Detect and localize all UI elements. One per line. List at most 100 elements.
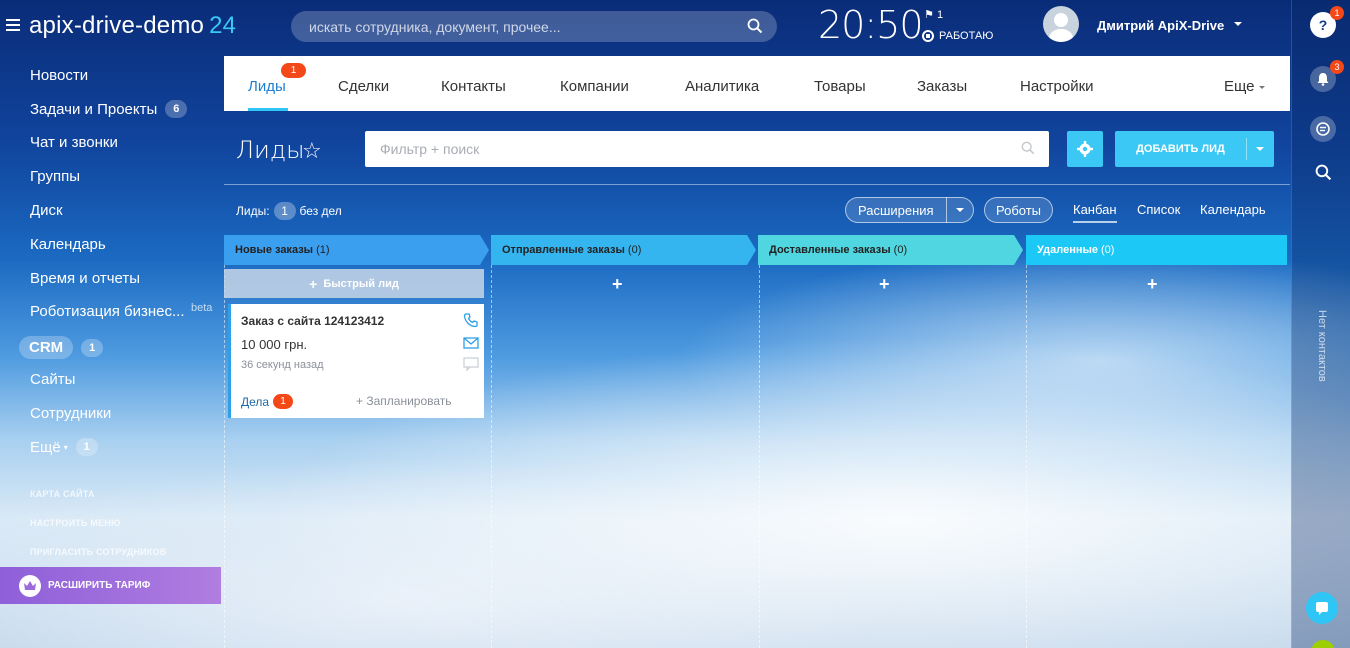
settings-button[interactable] [1067,131,1103,167]
work-status-label: РАБОТАЮ [939,30,994,42]
sidebar-item-disk[interactable]: Диск [30,202,63,219]
tab-deals[interactable]: Сделки [338,78,389,95]
right-search-button[interactable] [1310,159,1336,185]
sidebar-item-more[interactable]: Ещё ▾ 1 [30,438,98,456]
sidebar-item-chat[interactable]: Чат и звонки [30,134,118,151]
sidebar-item-label: Время и отчеты [30,270,141,287]
column-count: (0) [1101,244,1115,256]
split-divider [1246,138,1247,160]
kanban-column-delivered-orders[interactable]: Доставленные заказы (0) [758,235,1023,265]
sidebar-item-groups[interactable]: Группы [30,168,80,185]
user-name[interactable]: Дмитрий ApiX-Drive [1097,18,1224,33]
tab-companies[interactable]: Компании [560,78,629,95]
clock[interactable]: 20:50 [818,3,924,47]
column-name: Отправленные заказы [502,244,625,256]
lead-card-title[interactable]: Заказ с сайта 124123412 [241,314,384,328]
chevron-down-icon: ▾ [63,442,68,452]
tab-more[interactable]: Еще [1224,78,1265,95]
flag-counter[interactable]: ⚑ 1 [924,8,943,21]
notifications-button[interactable]: 3 [1310,60,1344,92]
column-count: (0) [893,244,908,256]
column-name: Новые заказы [235,244,314,256]
sidebar-item-count: 1 [81,338,104,357]
tab-leads[interactable]: Лиды [248,78,286,95]
extensions-button[interactable]: Расширения [845,197,974,223]
search-icon[interactable] [747,18,763,39]
column-count: (1) [316,244,330,256]
lead-card-deals[interactable]: Дела 1 [241,394,294,409]
quick-lead-button[interactable]: + Быстрый лид [224,269,484,298]
sidebar-item-robotization[interactable]: Роботизация бизнес... [30,303,185,320]
tab-leads-badge: 1 [281,63,306,78]
add-card-plus-icon[interactable]: + [879,274,890,295]
tab-analytics[interactable]: Аналитика [685,78,759,95]
chevron-down-icon[interactable] [1234,22,1242,26]
kanban-column-new-orders[interactable]: Новые заказы (1) [224,235,489,265]
configure-menu-link[interactable]: НАСТРОИТЬ МЕНЮ [30,518,120,528]
leads-counter-count[interactable]: 1 [273,202,296,220]
star-icon[interactable]: ☆ [302,138,322,164]
quick-lead-label: Быстрый лид [323,277,399,290]
view-calendar[interactable]: Календарь [1200,202,1266,217]
chevron-down-icon [1258,85,1265,89]
sidebar-item-sites[interactable]: Сайты [30,371,75,388]
top-bar: apix-drive-demo24 20:50 ⚑ 1 РАБОТАЮ Дмит… [0,0,1290,54]
sidebar-item-calendar[interactable]: Календарь [30,236,106,253]
extensions-label: Расширения [858,202,934,218]
tab-more-label: Еще [1224,78,1255,95]
mail-icon[interactable] [463,336,479,354]
sidebar-item-label: Сотрудники [30,405,112,422]
tab-contacts[interactable]: Контакты [441,78,506,95]
sidebar-item-count: 6 [165,100,188,118]
open-lines-button[interactable] [1306,592,1338,624]
logo-number: 24 [209,12,237,39]
robots-label: Роботы [995,202,1042,218]
upgrade-plan-button[interactable]: РАСШИРИТЬ ТАРИФ [0,567,221,604]
sidebar-item-time-reports[interactable]: Время и отчеты [30,270,140,287]
column-count: (0) [627,244,642,256]
chevron-down-icon[interactable] [1256,147,1264,151]
tab-settings[interactable]: Настройки [1020,78,1094,95]
search-icon[interactable] [1021,141,1035,160]
split-divider [946,197,947,223]
view-kanban[interactable]: Канбан [1073,202,1117,223]
invite-employees-link[interactable]: ПРИГЛАСИТЬ СОТРУДНИКОВ [30,547,166,557]
lead-card[interactable]: Заказ с сайта 124123412 10 000 грн. 36 с… [228,304,484,418]
work-status[interactable]: РАБОТАЮ [922,30,993,42]
divider [224,184,1290,185]
add-card-plus-icon[interactable]: + [612,274,623,295]
lead-card-price: 10 000 грн. [241,337,308,352]
robots-button[interactable]: Роботы [984,197,1053,223]
add-lead-button[interactable]: ДОБАВИТЬ ЛИД [1115,131,1274,167]
deals-label: Дела [241,394,270,409]
sitemap-link[interactable]: КАРТА САЙТА [30,489,95,499]
sidebar-item-label: Сайты [30,371,76,388]
sidebar-item-crm[interactable]: CRM 1 [19,336,104,359]
add-card-plus-icon[interactable]: + [1147,274,1158,295]
sidebar-item-employees[interactable]: Сотрудники [30,405,111,422]
filter-search-input[interactable] [365,131,1049,167]
kanban-column-deleted[interactable]: Удаленные (0) [1026,235,1287,265]
phone-icon[interactable] [463,312,479,333]
kanban-column-sent-orders[interactable]: Отправленные заказы (0) [491,235,756,265]
avatar[interactable] [1043,6,1079,42]
notifications-badge: 3 [1330,60,1344,74]
crown-icon [19,574,41,597]
schedule-button[interactable]: + Запланировать [356,394,452,408]
comment-icon[interactable] [463,357,479,376]
crm-tabs: Лиды 1 Сделки Контакты Компании Аналитик… [224,56,1290,111]
chevron-down-icon[interactable] [956,208,964,212]
global-search-input[interactable] [291,11,777,42]
sidebar-item-tasks[interactable]: Задачи и Проекты 6 [30,100,188,118]
logo[interactable]: apix-drive-demo 24 [29,12,236,40]
chat-button[interactable] [1310,116,1336,142]
view-list[interactable]: Список [1137,202,1180,217]
filter-search [365,131,1049,167]
help-button[interactable]: ? 1 [1310,6,1344,38]
tab-products[interactable]: Товары [814,78,866,95]
help-icon: ? [1318,17,1328,33]
tab-orders[interactable]: Заказы [917,78,967,95]
sidebar-item-news[interactable]: Новости [30,67,88,84]
sidebar-item-label: Роботизация бизнес... [30,303,185,320]
menu-icon[interactable] [6,19,20,31]
